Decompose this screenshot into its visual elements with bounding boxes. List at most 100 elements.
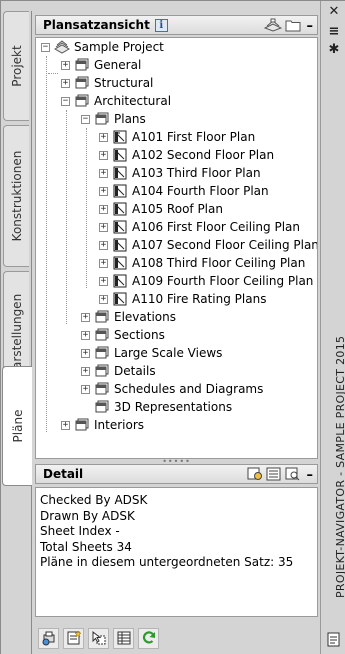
left-tab-strip: Projekt Konstruktionen Darstellungen Plä… — [1, 1, 32, 654]
subset-icon — [75, 58, 89, 71]
auto-hide-icon[interactable]: ≡ — [326, 25, 342, 39]
sheet-list-button[interactable] — [113, 627, 134, 649]
expand-icon[interactable]: + — [99, 168, 108, 178]
tree-connector — [48, 73, 58, 74]
expand-icon[interactable]: + — [99, 132, 108, 142]
details-view-icon[interactable] — [266, 467, 282, 484]
tree-node-sheet[interactable]: + A104 Fourth Floor Plan — [99, 182, 269, 200]
bottom-toolbar — [35, 623, 318, 653]
close-icon[interactable]: ✕ — [326, 5, 342, 19]
expand-icon[interactable]: + — [81, 330, 90, 340]
tree-node-details[interactable]: + Details — [81, 362, 156, 380]
tab-projekt-label: Projekt — [9, 45, 24, 87]
sheet-icon — [113, 292, 127, 306]
tree-node-label: Schedules and Diagrams — [114, 382, 264, 396]
palette-title-bar[interactable]: ✕ ≡ ✱ PROJEKT-NAVIGATOR - SAMPLE PROJECT… — [320, 1, 345, 654]
preview-icon[interactable] — [247, 467, 263, 484]
expand-icon[interactable]: + — [99, 204, 108, 214]
tree-node-label: Sample Project — [74, 40, 164, 54]
minimize-icon[interactable]: – — [307, 20, 314, 33]
expand-icon[interactable]: + — [61, 78, 70, 88]
sheet-label: A109 Fourth Floor Ceiling Plan — [132, 274, 314, 288]
tab-konstruktionen[interactable]: Konstruktionen — [3, 125, 29, 267]
tree-node-3d-representations[interactable]: 3D Representations — [81, 398, 232, 416]
expand-icon[interactable]: + — [99, 294, 108, 304]
tree-node-plans[interactable]: − Plans — [81, 110, 146, 128]
tree-node-architectural[interactable]: − Architectural — [61, 92, 171, 110]
tree-node-sheet[interactable]: + A106 First Floor Ceiling Plan — [99, 218, 300, 236]
expand-icon[interactable]: + — [99, 240, 108, 250]
publish-icon — [42, 631, 54, 646]
sheet-label: A106 First Floor Ceiling Plan — [132, 220, 300, 234]
minimize-icon[interactable]: – — [307, 469, 314, 482]
subset-icon — [95, 328, 109, 341]
tree-node-sheet[interactable]: + A105 Roof Plan — [99, 200, 223, 218]
tree-node-interiors[interactable]: + Interiors — [61, 416, 144, 434]
sheet-icon — [113, 184, 127, 198]
detail-title: Detail — [43, 467, 84, 481]
sheet-label: A101 First Floor Plan — [132, 130, 256, 144]
new-sheet-button[interactable] — [63, 627, 84, 649]
properties-icon[interactable]: ✱ — [326, 43, 342, 57]
tree-node-label: Large Scale Views — [114, 346, 223, 360]
sheet-icon — [113, 166, 127, 180]
tree-node-label: Architectural — [94, 94, 172, 108]
tree-node-sheet[interactable]: + A103 Third Floor Plan — [99, 164, 261, 182]
detail-subset-count: Pläne in diesem untergeordneten Satz: 35 — [40, 555, 294, 569]
tree-node-schedules[interactable]: + Schedules and Diagrams — [81, 380, 263, 398]
collapse-icon[interactable]: − — [61, 96, 70, 106]
tree-node-sheet[interactable]: + A108 Third Floor Ceiling Plan — [99, 254, 305, 272]
tree-node-large-scale-views[interactable]: + Large Scale Views — [81, 344, 222, 362]
detail-sheet-index: Sheet Index - — [40, 524, 120, 538]
tree-node-sheet[interactable]: + A109 Fourth Floor Ceiling Plan — [99, 272, 313, 290]
expand-icon[interactable]: + — [81, 312, 90, 322]
subset-icon — [75, 418, 89, 431]
expand-icon[interactable]: + — [61, 60, 70, 70]
tab-plaene-label: Pläne — [10, 409, 25, 443]
tree-node-sheet[interactable]: + A101 First Floor Plan — [99, 128, 255, 146]
tree-node-structural[interactable]: + Structural — [61, 74, 153, 92]
expand-icon[interactable]: + — [81, 348, 90, 358]
tree-node-label: 3D Representations — [114, 400, 233, 414]
publish-button[interactable] — [38, 627, 59, 649]
refresh-button[interactable] — [138, 627, 159, 649]
expand-icon[interactable]: + — [99, 186, 108, 196]
tree-node-label: Sections — [114, 328, 165, 342]
detail-header: Detail – — [35, 464, 318, 484]
expand-icon[interactable]: + — [99, 276, 108, 286]
expand-icon[interactable]: + — [99, 258, 108, 268]
tree-node-general[interactable]: + General — [61, 56, 141, 74]
detail-panel: Checked By ADSK Drawn By ADSK Sheet Inde… — [35, 487, 318, 617]
tree-node-sheet[interactable]: + A102 Second Floor Plan — [99, 146, 274, 164]
sheet-set-icon[interactable] — [263, 18, 282, 35]
table-icon — [117, 631, 130, 645]
expand-icon[interactable]: + — [99, 150, 108, 160]
subset-icon — [95, 310, 109, 323]
collapse-icon[interactable]: − — [41, 42, 50, 52]
info-icon[interactable]: i — [154, 18, 168, 32]
tree-node-elevations[interactable]: + Elevations — [81, 308, 176, 326]
folder-icon[interactable] — [285, 18, 301, 35]
collapse-icon[interactable]: − — [81, 114, 90, 124]
tab-projekt[interactable]: Projekt — [3, 11, 29, 121]
zoom-preview-icon[interactable] — [285, 467, 301, 484]
tree-node-sections[interactable]: + Sections — [81, 326, 165, 344]
expand-icon[interactable]: + — [61, 420, 70, 430]
sheet-set-icon — [54, 40, 70, 54]
tab-plaene[interactable]: Pläne — [2, 366, 32, 486]
subset-icon — [95, 400, 109, 413]
tree-node-sheet[interactable]: + A107 Second Floor Ceiling Plan — [99, 236, 317, 254]
tree-node-root[interactable]: − Sample Project — [41, 38, 164, 56]
sheet-icon — [113, 202, 127, 216]
expand-icon[interactable]: + — [81, 384, 90, 394]
expand-icon[interactable]: + — [81, 366, 90, 376]
tree-node-label: Details — [114, 364, 156, 378]
subset-icon — [95, 112, 109, 125]
sheet-label: A102 Second Floor Plan — [132, 148, 275, 162]
select-button[interactable] — [88, 627, 109, 649]
tree-node-sheet[interactable]: + A110 Fire Rating Plans — [99, 290, 266, 308]
expand-icon[interactable]: + — [99, 222, 108, 232]
sheet-icon — [113, 274, 127, 288]
palette-menu-icon[interactable] — [327, 632, 341, 651]
